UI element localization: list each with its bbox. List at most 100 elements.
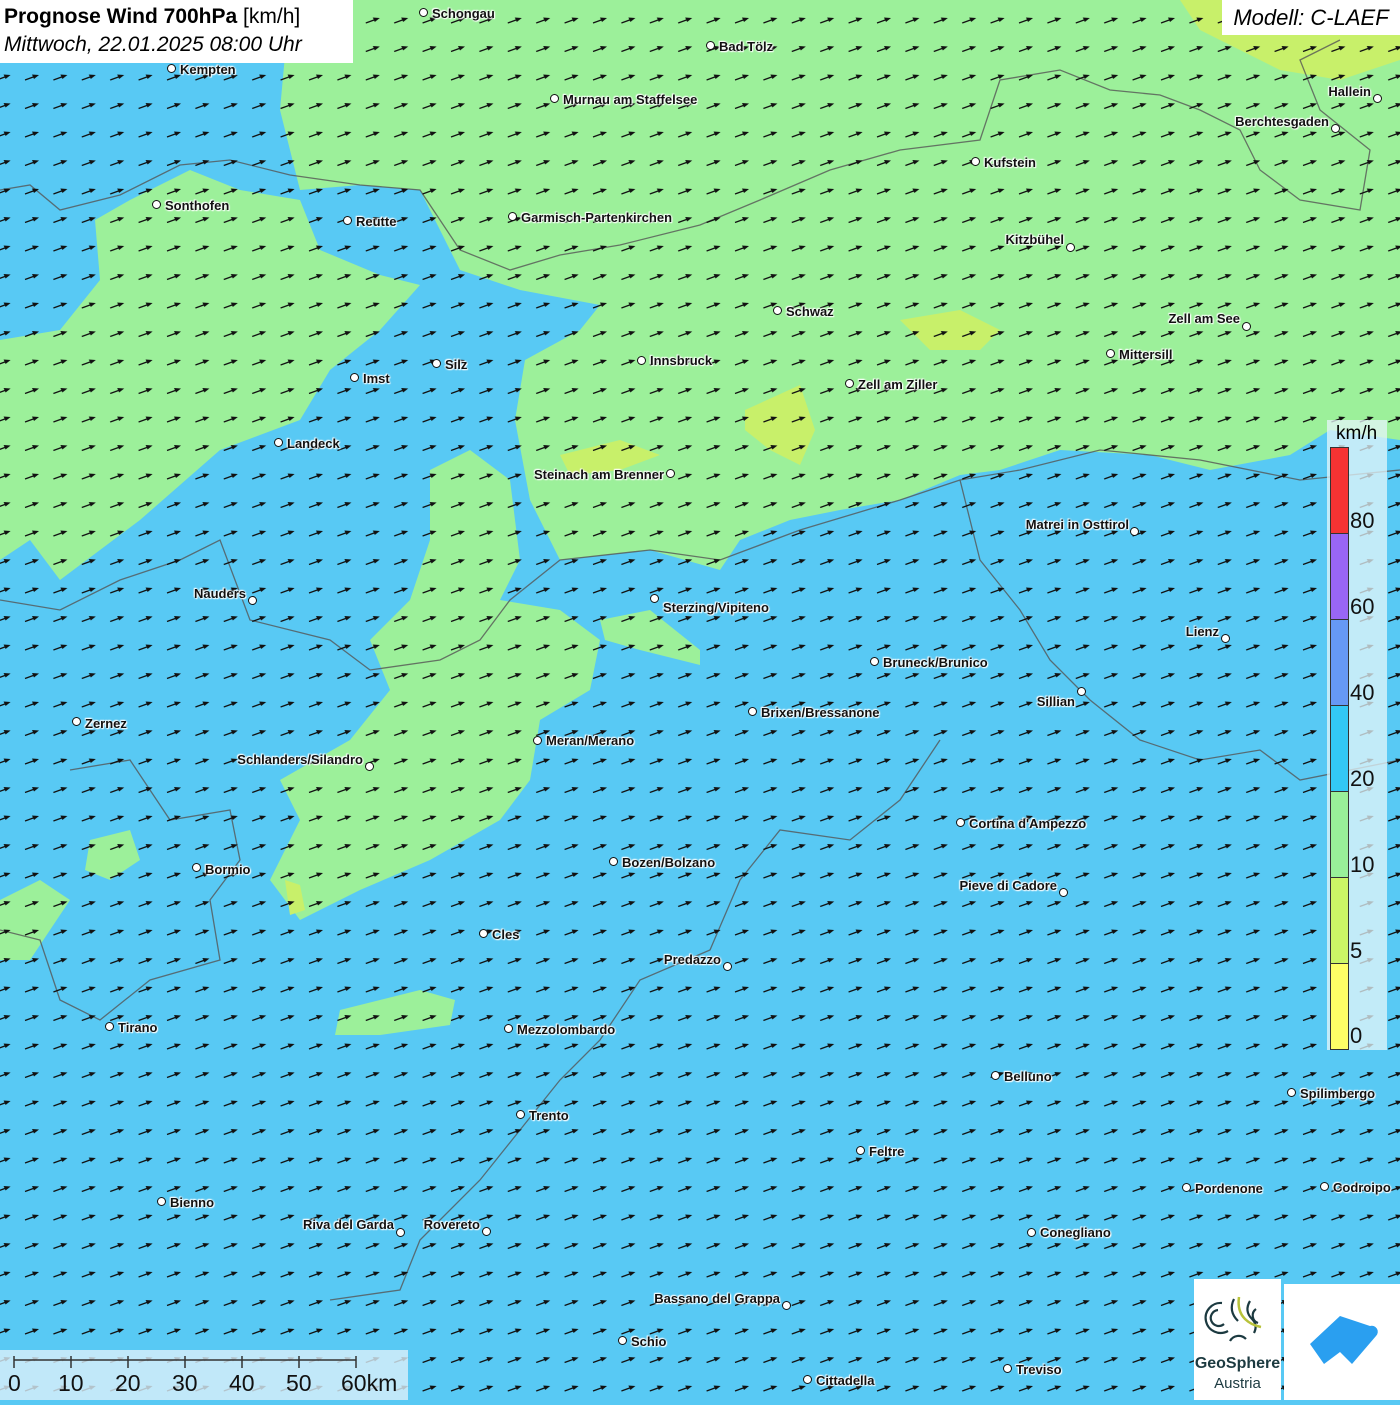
scale-label: 40 — [229, 1370, 255, 1396]
city-label: Berchtesgaden — [1235, 114, 1329, 129]
city-label: Trento — [529, 1108, 569, 1123]
city-label: Zell am See — [1168, 311, 1240, 326]
city-marker — [1027, 1228, 1036, 1237]
city-marker — [533, 736, 542, 745]
model-label: Modell: C-LAEF — [1222, 0, 1400, 35]
city-marker — [609, 857, 618, 866]
city-label: Innsbruck — [650, 353, 713, 368]
city-label: Schlanders/Silandro — [237, 752, 363, 767]
city-marker — [666, 469, 675, 478]
city-label: Zell am Ziller — [858, 377, 938, 392]
city-marker — [991, 1071, 1000, 1080]
city-marker — [508, 212, 517, 221]
legend-tick-label: 0 — [1350, 1023, 1363, 1048]
city-label: Pordenone — [1195, 1181, 1263, 1196]
geosphere-austria-logo[interactable]: GeoSphere Austria — [1194, 1279, 1281, 1400]
city-marker — [706, 41, 715, 50]
geosphere-name: GeoSphere — [1194, 1355, 1281, 1372]
legend-tick-label: 10 — [1350, 852, 1375, 877]
city-label: Rovereto — [423, 1217, 480, 1232]
city-marker — [479, 929, 488, 938]
city-label: Bassano del Grappa — [654, 1291, 780, 1306]
city-marker — [1182, 1183, 1191, 1192]
city-label: Silz — [445, 357, 468, 372]
city-label: Mezzolombardo — [517, 1022, 616, 1037]
city-label: Imst — [363, 371, 390, 386]
city-label: Feltre — [869, 1144, 905, 1159]
city-label: Bormio — [205, 862, 251, 877]
city-marker — [845, 379, 854, 388]
legend-swatch — [1330, 619, 1349, 706]
title-box: Prognose Wind 700hPa [km/h] Mittwoch, 22… — [0, 0, 353, 63]
city-label: Predazzo — [663, 952, 721, 967]
city-marker — [504, 1024, 513, 1033]
city-label: Landeck — [287, 436, 340, 451]
city-label: Hallein — [1328, 84, 1371, 99]
city-marker — [550, 94, 559, 103]
city-label: Schongau — [432, 6, 495, 21]
city-marker — [971, 157, 980, 166]
city-marker — [1373, 94, 1382, 103]
legend-unit: km/h — [1336, 423, 1378, 444]
city-label: Pieve di Cadore — [959, 878, 1057, 893]
legend-tick-label: 20 — [1350, 766, 1375, 791]
city-marker — [618, 1336, 627, 1345]
city-marker — [956, 818, 965, 827]
legend-tick-label: 80 — [1350, 508, 1375, 533]
scale-label: 50 — [286, 1370, 312, 1396]
city-label: Schwaz — [786, 304, 834, 319]
city-marker — [1003, 1364, 1012, 1373]
city-marker — [773, 306, 782, 315]
city-marker — [152, 200, 161, 209]
map-title: Prognose Wind 700hPa — [4, 5, 238, 28]
city-marker — [248, 596, 257, 605]
city-marker — [870, 657, 879, 666]
legend-swatch — [1330, 791, 1349, 878]
forecast-datetime: Mittwoch, 22.01.2025 08:00 Uhr — [4, 33, 302, 56]
city-marker — [1331, 124, 1340, 133]
city-label: Garmisch-Partenkirchen — [521, 210, 673, 225]
city-marker — [1320, 1182, 1329, 1191]
city-label: Belluno — [1004, 1069, 1052, 1084]
legend-tick-label: 60 — [1350, 594, 1375, 619]
scale-label: 0 — [8, 1370, 21, 1396]
city-label: Murnau am Staffelsee — [563, 92, 698, 107]
city-label: Nauders — [193, 586, 246, 601]
city-marker — [350, 373, 359, 382]
city-marker — [1221, 634, 1230, 643]
city-marker — [343, 216, 352, 225]
city-label: Riva del Garda — [302, 1217, 394, 1232]
city-label: Treviso — [1016, 1362, 1062, 1377]
scale-label: 20 — [115, 1370, 141, 1396]
city-label: Cortina d'Ampezzo — [969, 816, 1087, 831]
city-marker — [192, 863, 201, 872]
city-label: Cles — [492, 927, 520, 942]
city-marker — [1287, 1088, 1296, 1097]
city-marker — [1130, 527, 1139, 536]
city-marker — [419, 8, 428, 17]
city-label: Conegliano — [1040, 1225, 1111, 1240]
city-label: Kitzbühel — [1005, 232, 1065, 247]
city-label: Bad Tölz — [719, 39, 774, 54]
city-marker — [167, 64, 176, 73]
mountain-cloud-icon — [1310, 1316, 1378, 1364]
city-marker — [650, 594, 659, 603]
city-label: Codroipo — [1333, 1180, 1391, 1195]
city-marker — [516, 1110, 525, 1119]
city-marker — [396, 1228, 405, 1237]
city-label: Sillian — [1036, 694, 1075, 709]
city-label: Kempten — [180, 62, 236, 77]
legend-swatch — [1330, 963, 1349, 1050]
geosphere-emblem-icon — [1204, 1296, 1262, 1342]
city-marker — [1106, 349, 1115, 358]
city-marker — [365, 762, 374, 771]
partner-logo[interactable] — [1284, 1284, 1400, 1400]
city-marker — [1066, 243, 1075, 252]
city-marker — [1059, 888, 1068, 897]
city-label: Sonthofen — [165, 198, 230, 213]
city-marker — [105, 1022, 114, 1031]
city-label: Cittadella — [816, 1373, 875, 1388]
city-label: Zernez — [85, 716, 127, 731]
city-marker — [723, 962, 732, 971]
city-label: Kufstein — [984, 155, 1036, 170]
